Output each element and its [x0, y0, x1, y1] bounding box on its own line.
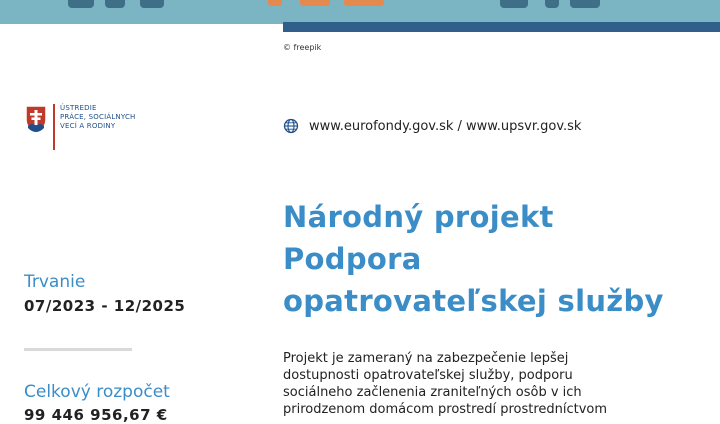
- banner-shape: [68, 0, 94, 8]
- slovak-coat-of-arms-icon: [25, 105, 47, 134]
- logo-divider: [53, 104, 55, 150]
- websites-link[interactable]: www.eurofondy.gov.sk / www.upsvr.gov.sk: [309, 119, 581, 134]
- header-illustration-banner: [0, 0, 720, 24]
- project-title-line: Národný projekt: [283, 200, 554, 234]
- description-line: dostupnosti opatrovateľskej služby, podp…: [283, 368, 573, 383]
- budget-label: Celkový rozpočet: [24, 382, 170, 402]
- banner-shape: [545, 0, 559, 8]
- project-title-line: Podpora: [283, 242, 422, 276]
- duration-value: 07/2023 - 12/2025: [24, 297, 186, 315]
- banner-shape: [105, 0, 125, 8]
- banner-shape: [500, 0, 528, 8]
- budget-value: 99 446 956,67 €: [24, 406, 168, 424]
- project-description: Projekt je zameraný na zabezpečenie lepš…: [283, 350, 663, 418]
- section-divider: [24, 348, 132, 351]
- image-credit: © freepik: [283, 43, 322, 52]
- ministry-name: Ústredie práce, sociálnych vecí a rodiny: [60, 104, 180, 131]
- description-line: Projekt je zameraný na zabezpečenie lepš…: [283, 351, 569, 366]
- banner-shape: [140, 0, 164, 8]
- description-line: prirodzenom domácom prostredí prostrední…: [283, 402, 608, 417]
- description-line: sociálneho začlenenia zraniteľných osôb …: [283, 385, 582, 400]
- ministry-name-line: práce, sociálnych: [60, 113, 136, 121]
- project-title: Národný projekt Podpora opatrovateľskej …: [283, 196, 703, 322]
- banner-shape: [268, 0, 282, 6]
- duration-label: Trvanie: [24, 272, 86, 292]
- banner-underline: [283, 22, 720, 32]
- banner-shape: [570, 0, 600, 8]
- ministry-name-line: vecí a rodiny: [60, 122, 116, 130]
- websites-row: www.eurofondy.gov.sk / www.upsvr.gov.sk: [283, 117, 581, 135]
- banner-shape: [300, 0, 330, 6]
- project-title-line: opatrovateľskej služby: [283, 284, 664, 318]
- globe-icon: [283, 118, 299, 134]
- banner-shape: [344, 0, 384, 6]
- ministry-name-line: Ústredie: [60, 104, 97, 112]
